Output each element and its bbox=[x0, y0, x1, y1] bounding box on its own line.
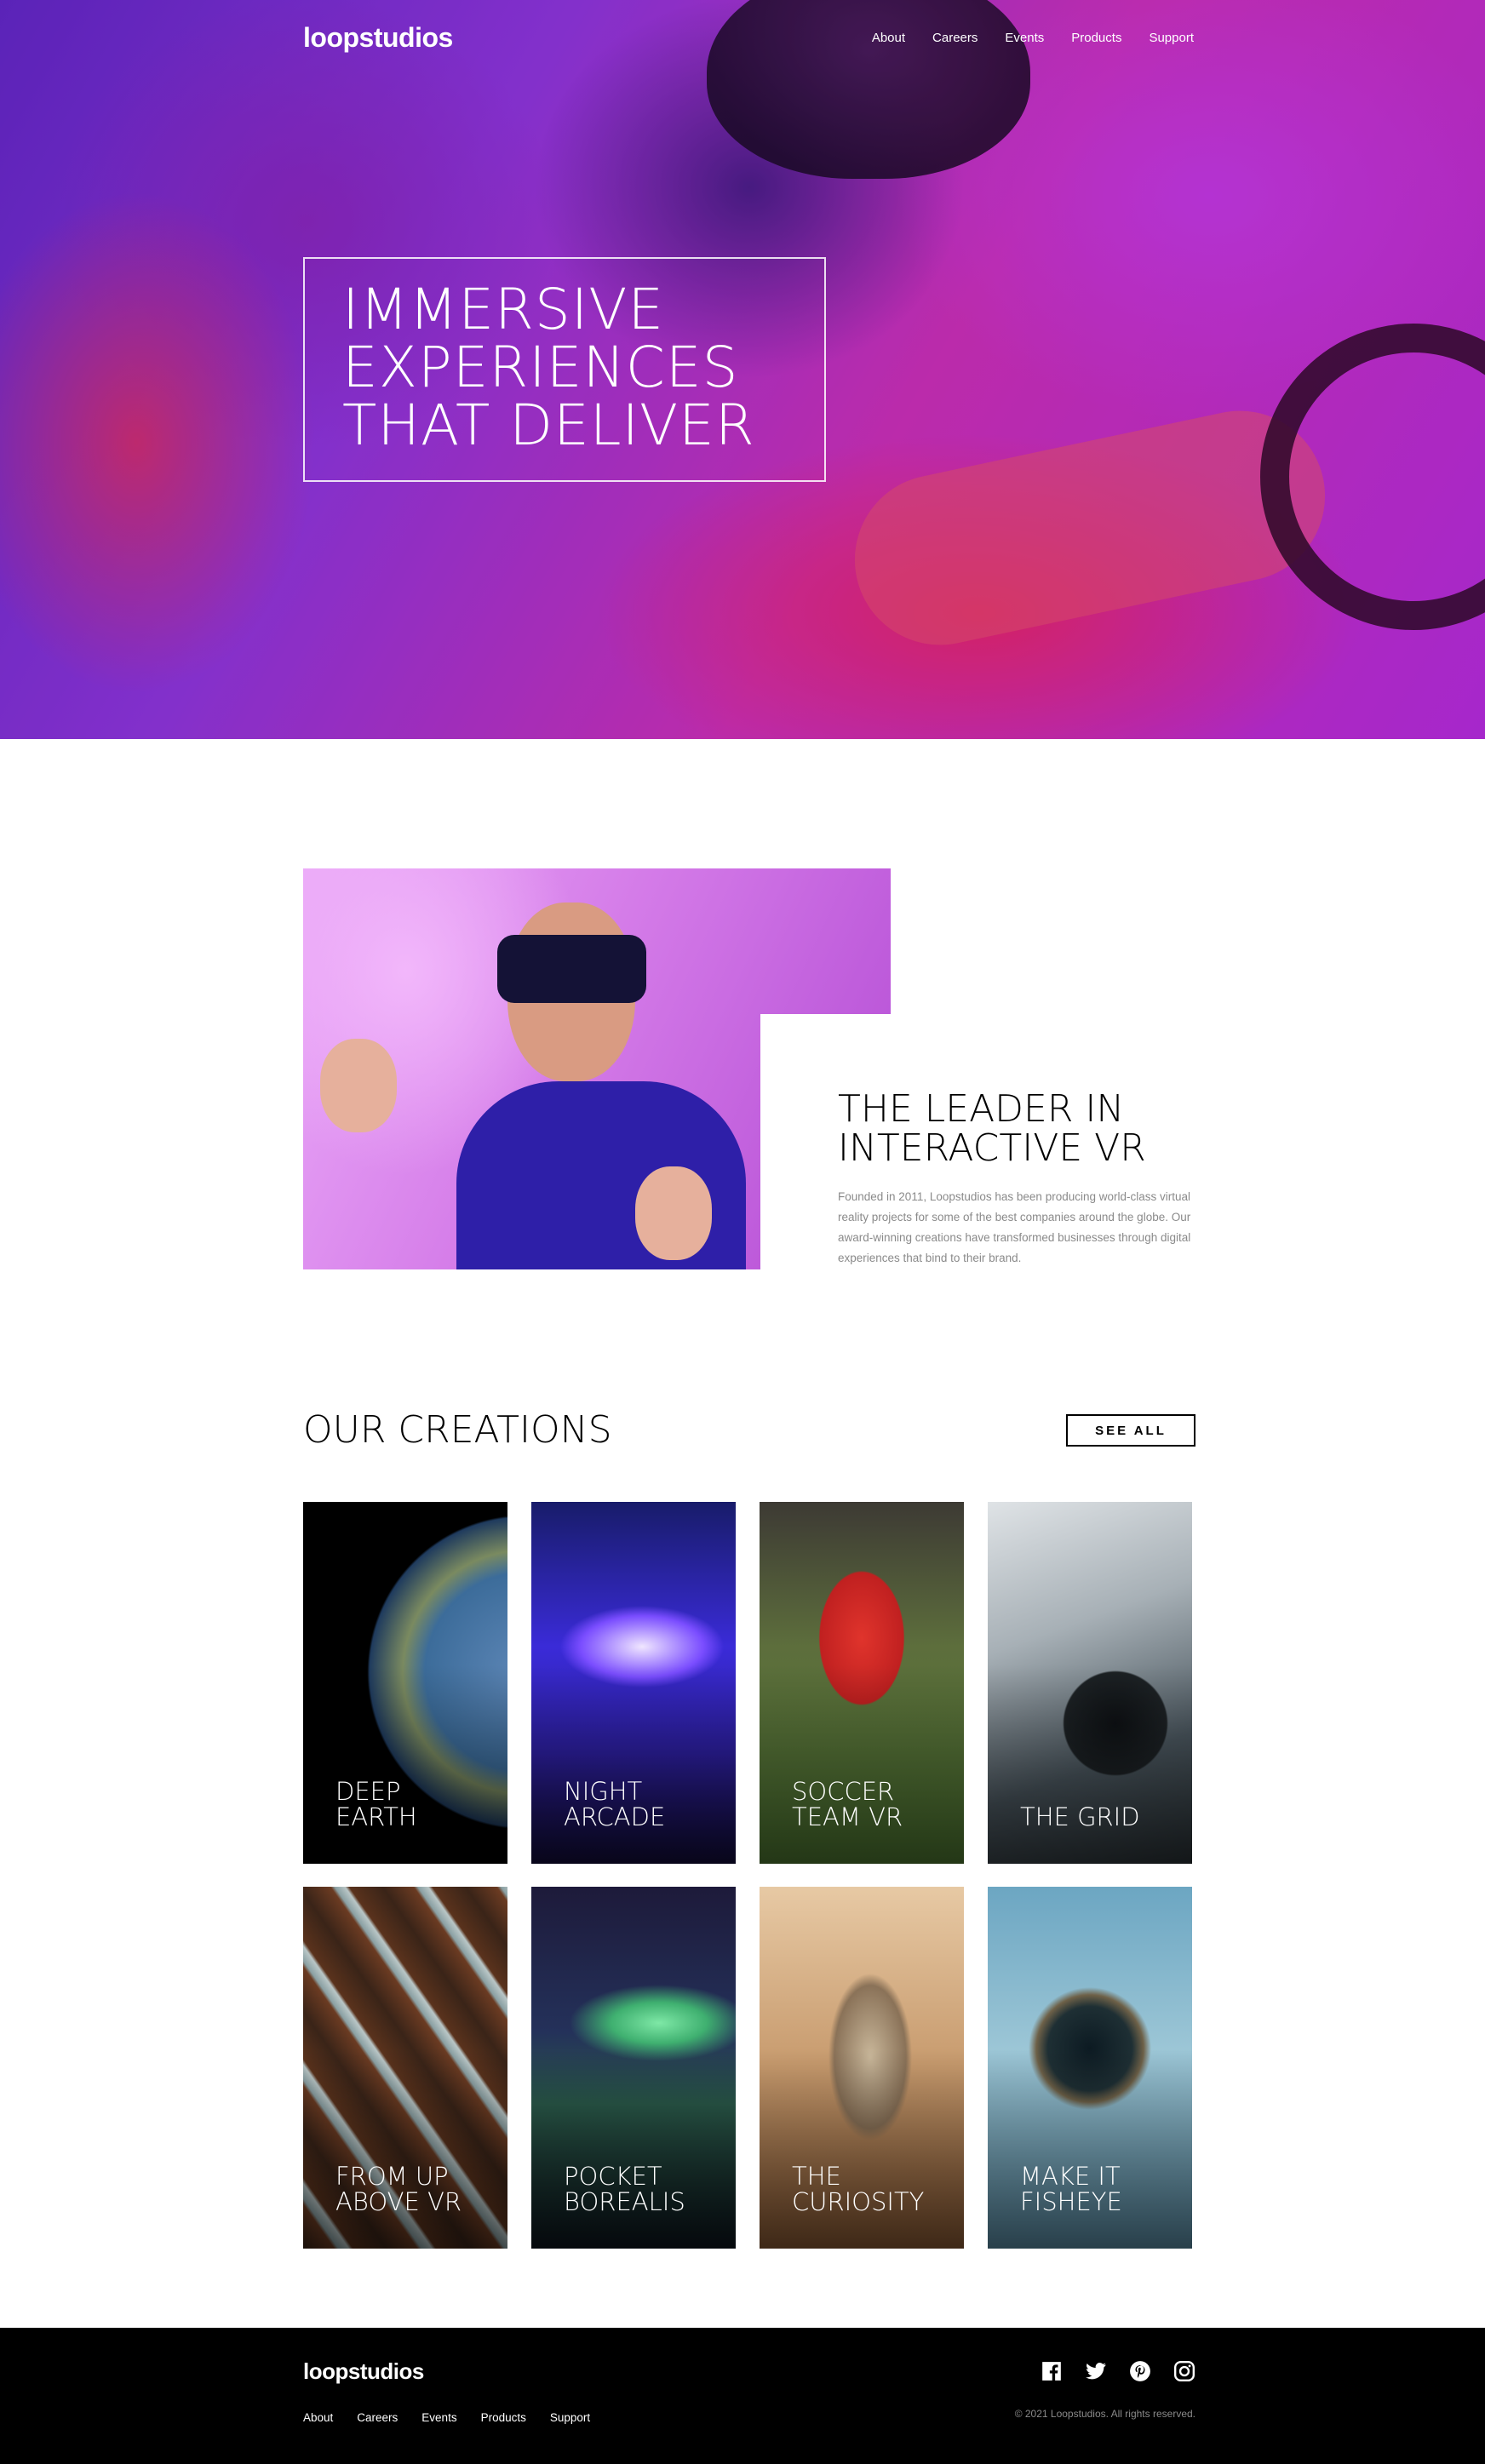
creation-card-from-up-above-vr[interactable]: FROM UP ABOVE VR bbox=[303, 1887, 507, 2249]
footer-link-products[interactable]: Products bbox=[481, 2411, 526, 2424]
creations-title: OUR CREATIONS bbox=[303, 1408, 612, 1452]
footer: loopstudios About Careers Events Product… bbox=[0, 2328, 1485, 2464]
nav-link-products[interactable]: Products bbox=[1071, 31, 1121, 45]
pinterest-icon[interactable] bbox=[1129, 2360, 1151, 2382]
creation-card-label: THE CURIOSITY bbox=[792, 2162, 925, 2216]
header-logo[interactable]: loopstudios bbox=[303, 22, 453, 54]
footer-link-events[interactable]: Events bbox=[421, 2411, 456, 2424]
creation-card-label: MAKE IT FISHEYE bbox=[1020, 2162, 1122, 2216]
social-links bbox=[1041, 2360, 1195, 2382]
creation-card-label: FROM UP ABOVE VR bbox=[335, 2162, 462, 2216]
footer-nav: About Careers Events Products Support bbox=[303, 2411, 590, 2424]
creation-card-label: THE GRID bbox=[1020, 1802, 1140, 1831]
header-nav: About Careers Events Products Support bbox=[872, 31, 1194, 45]
twitter-icon[interactable] bbox=[1085, 2360, 1107, 2382]
footer-logo[interactable]: loopstudios bbox=[303, 2358, 424, 2385]
creation-card-night-arcade[interactable]: NIGHT ARCADE bbox=[531, 1502, 736, 1864]
see-all-button[interactable]: SEE ALL bbox=[1066, 1414, 1195, 1447]
creation-card-make-it-fisheye[interactable]: MAKE IT FISHEYE bbox=[988, 1887, 1192, 2249]
nav-link-about[interactable]: About bbox=[872, 31, 905, 45]
footer-link-support[interactable]: Support bbox=[550, 2411, 590, 2424]
nav-link-careers[interactable]: Careers bbox=[932, 31, 978, 45]
nav-link-support[interactable]: Support bbox=[1149, 31, 1194, 45]
footer-link-about[interactable]: About bbox=[303, 2411, 333, 2424]
facebook-icon[interactable] bbox=[1041, 2360, 1063, 2382]
hero-title: IMMERSIVE EXPERIENCES THAT DELIVER bbox=[342, 277, 755, 458]
creation-card-the-grid[interactable]: THE GRID bbox=[988, 1502, 1192, 1864]
creation-card-label: POCKET BOREALIS bbox=[564, 2162, 685, 2216]
creation-card-label: DEEP EARTH bbox=[335, 1777, 417, 1831]
creation-card-label: NIGHT ARCADE bbox=[564, 1777, 666, 1831]
intro-title: THE LEADER IN INTERACTIVE VR bbox=[838, 1087, 1146, 1170]
hero-title-box: IMMERSIVE EXPERIENCES THAT DELIVER bbox=[303, 257, 826, 482]
creation-card-label: SOCCER TEAM VR bbox=[792, 1777, 903, 1831]
intro-text: Founded in 2011, Loopstudios has been pr… bbox=[838, 1190, 1191, 1264]
creation-card-pocket-borealis[interactable]: POCKET BOREALIS bbox=[531, 1887, 736, 2249]
creation-card-the-curiosity[interactable]: THE CURIOSITY bbox=[760, 1887, 964, 2249]
nav-link-events[interactable]: Events bbox=[1005, 31, 1044, 45]
creation-card-deep-earth[interactable]: DEEP EARTH bbox=[303, 1502, 507, 1864]
footer-link-careers[interactable]: Careers bbox=[357, 2411, 398, 2424]
instagram-icon[interactable] bbox=[1173, 2360, 1195, 2382]
hero-section: loopstudios About Careers Events Product… bbox=[0, 0, 1485, 739]
footer-copyright: © 2021 Loopstudios. All rights reserved. bbox=[1014, 2408, 1195, 2420]
creation-card-soccer-team-vr[interactable]: SOCCER TEAM VR bbox=[760, 1502, 964, 1864]
